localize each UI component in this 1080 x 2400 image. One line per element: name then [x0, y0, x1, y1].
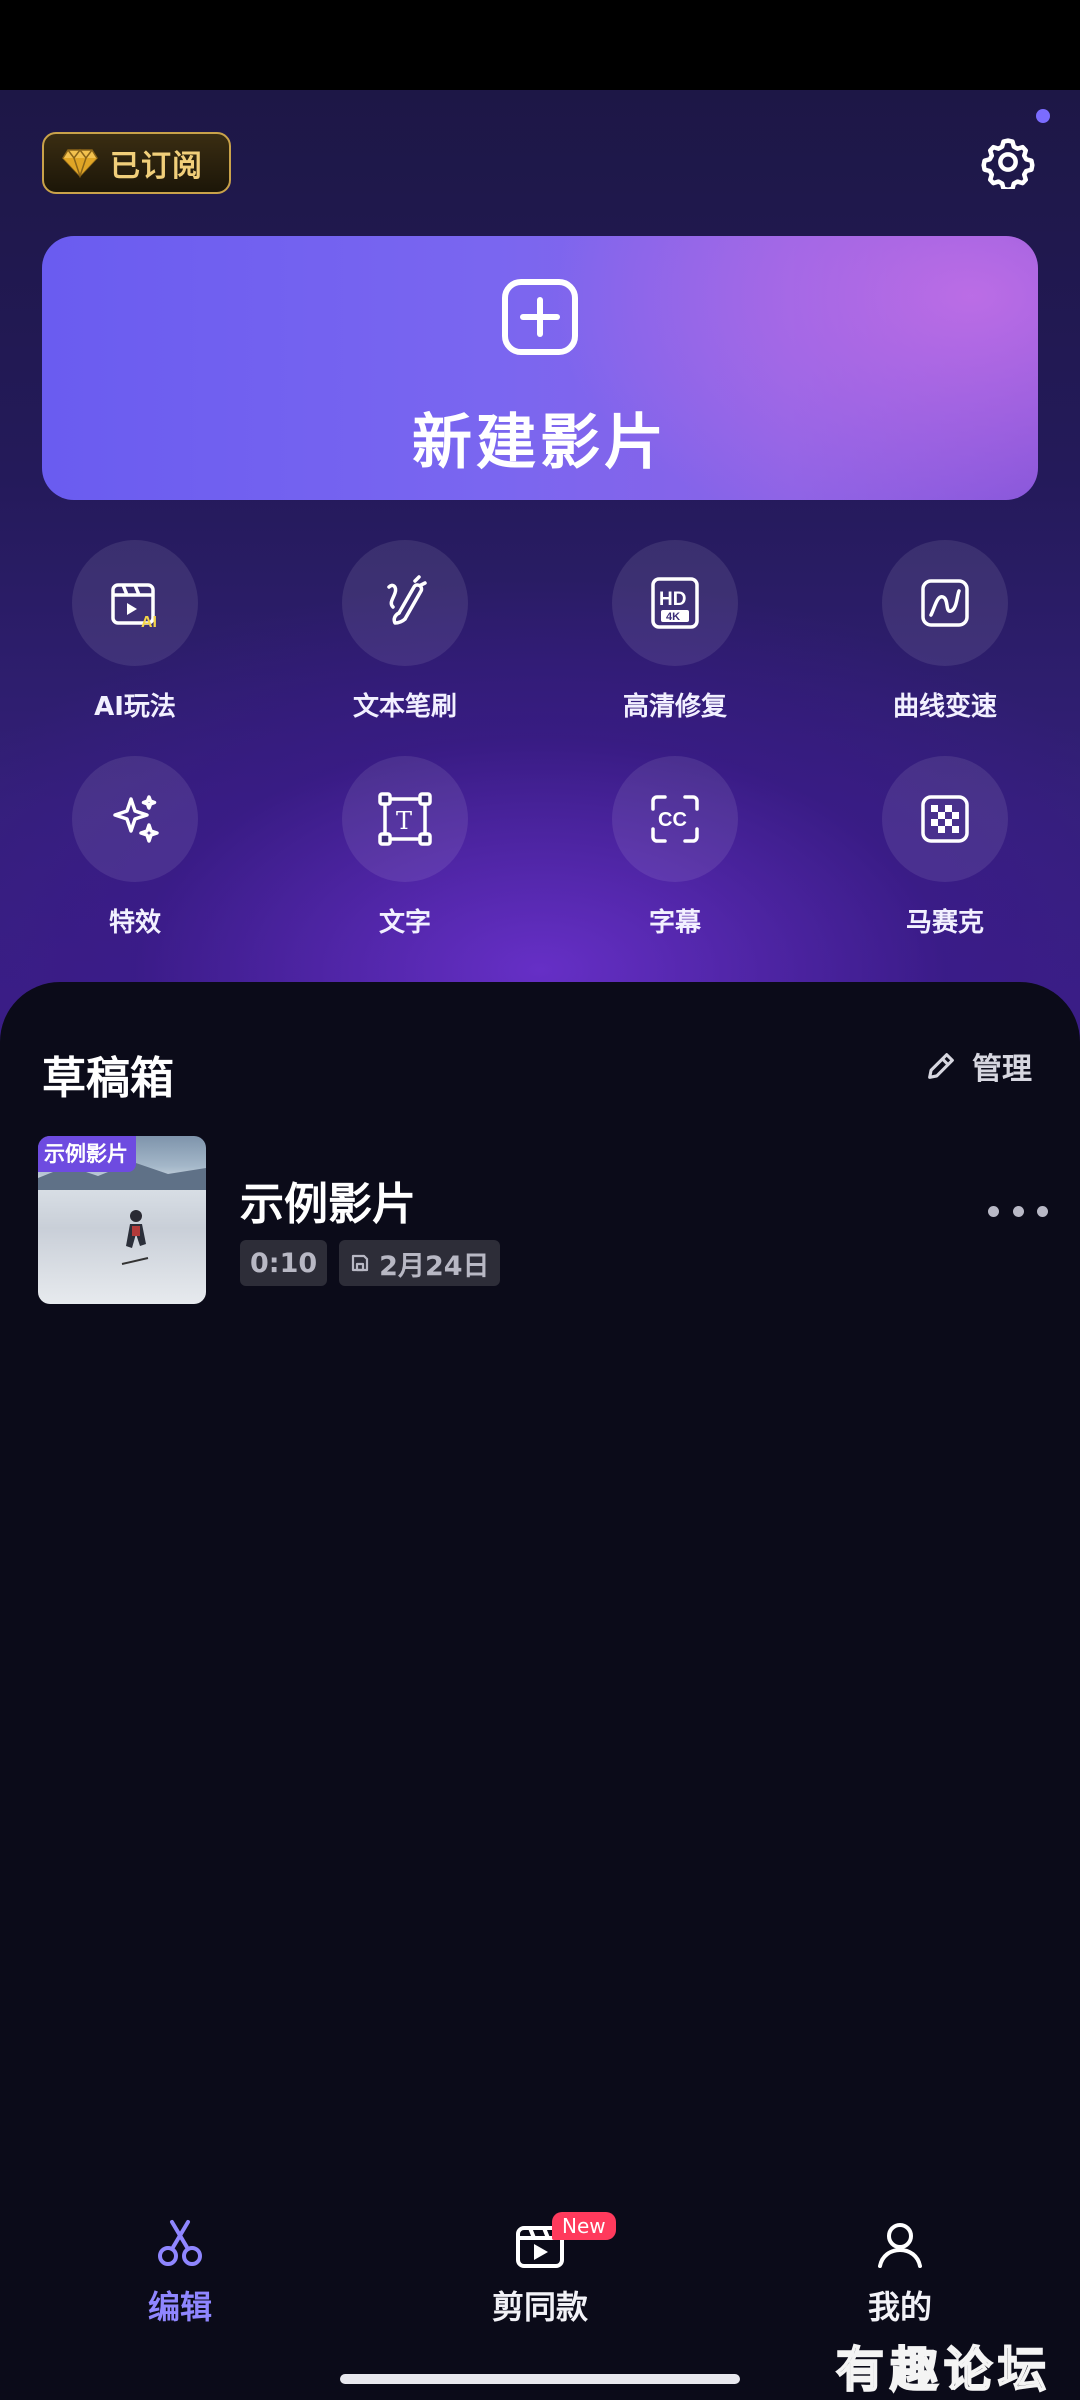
new-badge: New: [552, 2212, 616, 2240]
drafts-title: 草稿箱: [42, 1053, 174, 1104]
ai-clapper-icon: AI: [111, 583, 157, 631]
bottom-tab-bar: 编辑 剪同款 New 我的: [0, 2212, 1080, 2346]
dot-icon: [1037, 1205, 1048, 1217]
draft-item[interactable]: 示例影片 示例影片 0:10 2月24日: [38, 1136, 1048, 1306]
tool-label: 马赛克: [905, 908, 984, 938]
tool-circle: [72, 756, 198, 882]
tool-text[interactable]: T 文字: [305, 756, 505, 939]
pencil-icon: [928, 1053, 954, 1079]
tab-label: 我的: [867, 2288, 932, 2326]
tool-hd-repair[interactable]: HD 4K 高清修复: [575, 540, 775, 723]
tool-label: 文字: [378, 908, 431, 938]
svg-text:AI: AI: [141, 614, 157, 631]
draft-name: 示例影片: [240, 1179, 416, 1230]
date-text: 2月24日: [379, 1250, 490, 1282]
diamond-icon: [62, 148, 98, 178]
mosaic-icon: [921, 795, 969, 843]
new-film-title: 新建影片: [412, 408, 668, 478]
manage-button[interactable]: 管理: [924, 1044, 1032, 1088]
tool-label: AI玩法: [94, 692, 176, 722]
tab-label: 编辑: [147, 2288, 212, 2326]
tool-effects[interactable]: 特效: [35, 756, 235, 939]
more-options-button[interactable]: [988, 1196, 1048, 1226]
text-box-icon: T: [378, 792, 432, 846]
tool-text-brush[interactable]: 文本笔刷: [305, 540, 505, 723]
tool-circle: [882, 540, 1008, 666]
sparkle-icon: [113, 795, 159, 843]
manage-label: 管理: [972, 1052, 1032, 1087]
tool-curve-speed[interactable]: 曲线变速: [845, 540, 1045, 723]
thumbnail-tag: 示例影片: [38, 1136, 136, 1172]
tab-edit[interactable]: 编辑: [100, 2216, 260, 2328]
draft-meta: 0:10 2月24日: [240, 1240, 500, 1286]
save-icon: [352, 1254, 369, 1272]
tool-circle: [342, 540, 468, 666]
tab-label: 剪同款: [491, 2288, 588, 2326]
svg-text:4K: 4K: [666, 611, 680, 623]
tool-label: 高清修复: [622, 692, 727, 722]
tool-mosaic[interactable]: 马赛克: [845, 756, 1045, 939]
subscription-label: 已订阅: [110, 149, 203, 184]
settings-button[interactable]: [978, 132, 1038, 192]
tool-circle: HD 4K: [612, 540, 738, 666]
brush-icon: [387, 575, 427, 625]
dot-icon: [1012, 1205, 1024, 1217]
duration-chip: 0:10: [240, 1240, 328, 1286]
plus-square-icon: [502, 279, 578, 355]
tab-profile[interactable]: 我的: [820, 2216, 980, 2328]
tool-subtitles[interactable]: CC 字幕: [575, 756, 775, 939]
caption-cc-icon: CC: [651, 795, 699, 843]
tool-label: 曲线变速: [892, 692, 997, 722]
svg-text:CC: CC: [658, 809, 687, 831]
subscription-badge[interactable]: 已订阅: [42, 132, 231, 194]
gear-icon: [981, 138, 1035, 189]
skier-graphic: [121, 1210, 149, 1265]
duration-text: 0:10: [250, 1247, 318, 1279]
tool-circle: CC: [612, 756, 738, 882]
profile-icon: [878, 2223, 922, 2268]
watermark: 有趣论坛: [835, 2341, 1053, 2399]
tab-templates[interactable]: 剪同款 New: [460, 2212, 620, 2328]
svg-text:T: T: [396, 807, 412, 835]
notification-dot: [1036, 109, 1050, 123]
tool-label: 文本笔刷: [352, 692, 457, 722]
tool-circle: AI: [72, 540, 198, 666]
dot-icon: [988, 1205, 999, 1217]
tool-ai-play[interactable]: AI AI玩法: [35, 540, 235, 723]
home-indicator[interactable]: [340, 2374, 740, 2384]
scissors-icon: [158, 2220, 202, 2266]
tool-label: 特效: [108, 908, 161, 938]
drafts-panel: 草稿箱 管理 示例影片 示例影片 0:10 2月24日: [0, 982, 1080, 2400]
svg-text:HD: HD: [659, 589, 686, 610]
tool-label: 字幕: [648, 908, 701, 938]
tool-circle: T: [342, 756, 468, 882]
curve-speed-icon: [921, 579, 969, 627]
new-film-button[interactable]: 新建影片: [42, 236, 1038, 500]
status-bar: [0, 0, 1080, 90]
draft-thumbnail[interactable]: 示例影片: [38, 1136, 206, 1304]
hd-4k-icon: HD 4K: [651, 577, 699, 629]
tool-circle: [882, 756, 1008, 882]
date-chip: 2月24日: [339, 1240, 500, 1286]
